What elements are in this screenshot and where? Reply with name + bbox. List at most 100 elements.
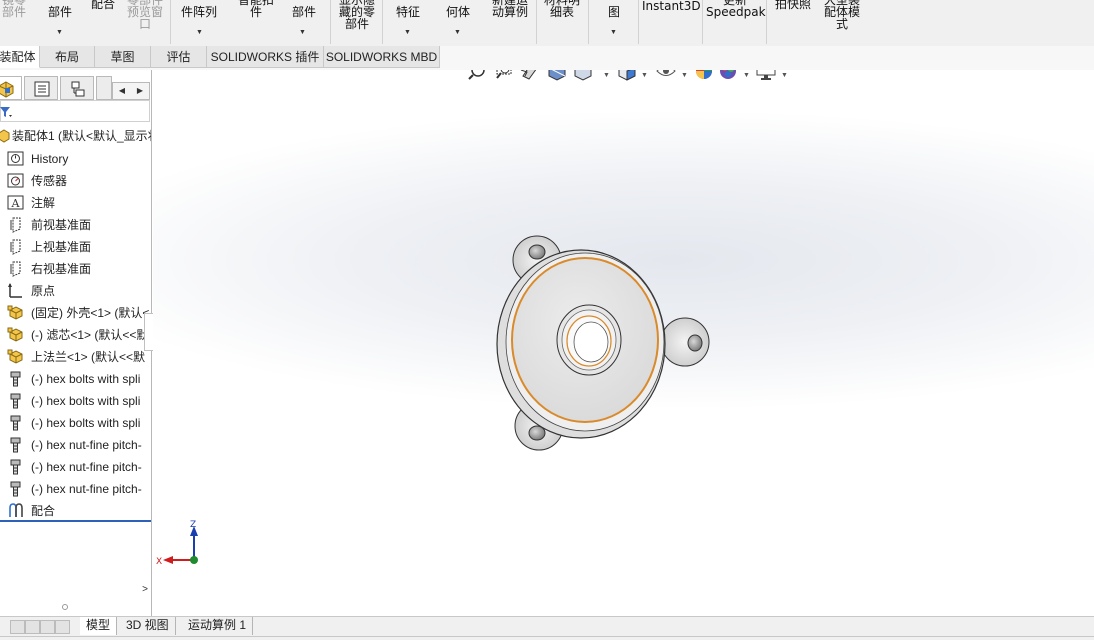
tree-item[interactable]: 传感器: [0, 170, 151, 192]
ribbon-smart-fasteners-button[interactable]: 智能扣 件: [234, 0, 278, 18]
ribbon-assembly-features-caret[interactable]: ▼: [404, 29, 411, 36]
ribbon-separator: [536, 0, 537, 44]
next-tab-icon[interactable]: [40, 620, 55, 634]
property-manager-tab[interactable]: [24, 76, 58, 100]
command-ribbon: 镜零 部件 部件 ▼ 配合 零部件 预览窗 口 件阵列 ▼ 智能扣 件 部件 ▼…: [0, 0, 1094, 46]
tree-root-assembly[interactable]: 装配体1 (默认<默认_显示状: [0, 128, 151, 144]
ribbon-assembly-features-button[interactable]: 特征: [388, 6, 428, 18]
tree-item[interactable]: A 注解: [0, 192, 151, 214]
ribbon-instant3d-button[interactable]: Instant3D: [642, 0, 701, 12]
tab-assembly[interactable]: 装配体: [0, 46, 40, 68]
graphics-viewport[interactable]: ▼ ▼ ▼ ▼ ▼ Z X: [153, 70, 1094, 616]
tree-item[interactable]: (-) hex nut-fine pitch-: [0, 434, 151, 456]
tree-item[interactable]: (-) hex bolts with spli: [0, 368, 151, 390]
tree-item[interactable]: 上法兰<1> (默认<<默: [0, 346, 151, 368]
triad-x-label: X: [156, 557, 162, 567]
panel-resize-grip[interactable]: [62, 604, 68, 610]
model-graphics[interactable]: Z X: [153, 70, 1094, 616]
triad-z-label: Z: [190, 520, 196, 530]
tab-layout[interactable]: 布局: [40, 46, 95, 68]
flange-lug-right[interactable]: [660, 317, 710, 367]
tab-sketch[interactable]: 草图: [95, 46, 151, 68]
configuration-manager-tab[interactable]: [60, 76, 94, 100]
hub-bore[interactable]: [573, 321, 609, 363]
prev-tab-icon[interactable]: [25, 620, 40, 634]
dimxpert-manager-tab[interactable]: [96, 76, 112, 100]
ribbon-take-snapshot-button[interactable]: 拍快照: [770, 0, 816, 10]
feature-tree-icon: [0, 81, 14, 98]
tree-item-label: 前视基准面: [31, 218, 92, 232]
mates-icon: [7, 503, 25, 519]
tree-item[interactable]: (固定) 外壳<1> (默认<: [0, 302, 151, 324]
ribbon-component-preview-button[interactable]: 零部件 预览窗 口: [122, 0, 168, 30]
tree-item[interactable]: (-) hex nut-fine pitch-: [0, 456, 151, 478]
tree-item[interactable]: 前视基准面: [0, 214, 151, 236]
ribbon-separator: [702, 0, 703, 44]
reference-triad: Z X: [156, 520, 198, 567]
last-tab-icon[interactable]: [55, 620, 70, 634]
tree-item[interactable]: History: [0, 148, 151, 170]
tree-item-label: (固定) 外壳<1> (默认<: [31, 306, 150, 320]
tab-solidworks-addins[interactable]: SOLIDWORKS 插件: [207, 46, 324, 68]
ribbon-move-component-button[interactable]: 部件: [286, 6, 322, 18]
bolt-head-top[interactable]: [528, 244, 546, 260]
bolt-head-right[interactable]: [687, 334, 703, 352]
feature-manager-tab[interactable]: [0, 76, 22, 100]
ribbon-new-motion-study-button[interactable]: 新建运 动算例: [486, 0, 534, 18]
history-icon: [7, 151, 25, 167]
tree-rollback-bar[interactable]: [0, 520, 151, 522]
ribbon-insert-components-button[interactable]: 部件: [40, 0, 80, 18]
tree-item[interactable]: 上视基准面: [0, 236, 151, 258]
tree-item[interactable]: 配合: [0, 500, 151, 522]
ribbon-separator: [330, 0, 331, 44]
tab-solidworks-mbd[interactable]: SOLIDWORKS MBD: [324, 46, 440, 68]
ribbon-bill-of-materials-button[interactable]: 材料明 细表: [540, 0, 584, 18]
command-manager-tabs: 装配体 布局 草图 评估 SOLIDWORKS 插件 SOLIDWORKS MB…: [0, 46, 1094, 70]
scroll-right-icon[interactable]: ▶: [131, 83, 149, 99]
scroll-right-arrow-icon[interactable]: >: [142, 584, 148, 595]
tree-item[interactable]: 右视基准面: [0, 258, 151, 280]
configuration-icon: [71, 81, 85, 97]
panel-horizontal-scrollbar[interactable]: >: [0, 584, 151, 610]
ribbon-exploded-view-caret[interactable]: ▼: [610, 29, 617, 36]
bolt-icon: [7, 459, 25, 475]
tree-filter[interactable]: [0, 100, 150, 122]
panel-tab-scroll[interactable]: ◀ ▶: [112, 82, 150, 100]
flange-assembly[interactable]: [496, 235, 710, 451]
ribbon-mirror-components-button[interactable]: 镜零 部件: [0, 0, 32, 18]
ribbon-component-pattern-caret[interactable]: ▼: [196, 29, 203, 36]
ribbon-reference-geometry-button[interactable]: 何体: [438, 6, 478, 18]
tree-item-label: 上法兰<1> (默认<<默: [31, 350, 146, 364]
tree-item-label: (-) 滤芯<1> (默认<<默: [31, 328, 149, 342]
property-list-icon: [34, 81, 50, 97]
ribbon-large-assembly-mode-button[interactable]: 大型装 配体模 式: [818, 0, 866, 30]
bottom-tab-scroll[interactable]: [10, 620, 70, 634]
first-tab-icon[interactable]: [10, 620, 25, 634]
tab-evaluate[interactable]: 评估: [151, 46, 207, 68]
assembly-icon: [0, 129, 10, 143]
scroll-left-icon[interactable]: ◀: [113, 83, 131, 99]
ribbon-exploded-view-button[interactable]: 图: [594, 6, 634, 18]
bolt-icon: [7, 393, 25, 409]
filter-funnel-icon[interactable]: [0, 105, 13, 119]
ribbon-insert-components-caret[interactable]: ▼: [56, 29, 63, 36]
ribbon-mate-button[interactable]: 配合: [88, 0, 118, 10]
tree-item[interactable]: (-) hex bolts with spli: [0, 412, 151, 434]
tree-item-label: (-) hex bolts with spli: [31, 394, 141, 408]
tree-item-label: (-) hex nut-fine pitch-: [31, 438, 142, 452]
tree-item[interactable]: (-) hex bolts with spli: [0, 390, 151, 412]
tab-3d-views[interactable]: 3D 视图: [120, 617, 176, 635]
ribbon-update-speedpak-button[interactable]: 更新 Speedpak: [706, 0, 766, 18]
tab-model[interactable]: 模型: [80, 617, 118, 635]
tree-item[interactable]: (-) hex nut-fine pitch-: [0, 478, 151, 500]
ribbon-show-hidden-components-button[interactable]: 显示隐 藏的零 部件: [334, 0, 380, 30]
tab-motion-study-1[interactable]: 运动算例 1: [182, 617, 254, 635]
annotation-icon: A: [7, 195, 25, 211]
tree-item[interactable]: 原点: [0, 280, 151, 302]
ribbon-move-component-caret[interactable]: ▼: [299, 29, 306, 36]
tree-item-label: 上视基准面: [31, 240, 92, 254]
ribbon-reference-geometry-caret[interactable]: ▼: [454, 29, 461, 36]
ribbon-component-pattern-button[interactable]: 件阵列: [176, 6, 222, 18]
tree-item[interactable]: (-) 滤芯<1> (默认<<默: [0, 324, 151, 346]
tree-item-label: 传感器: [31, 174, 68, 188]
